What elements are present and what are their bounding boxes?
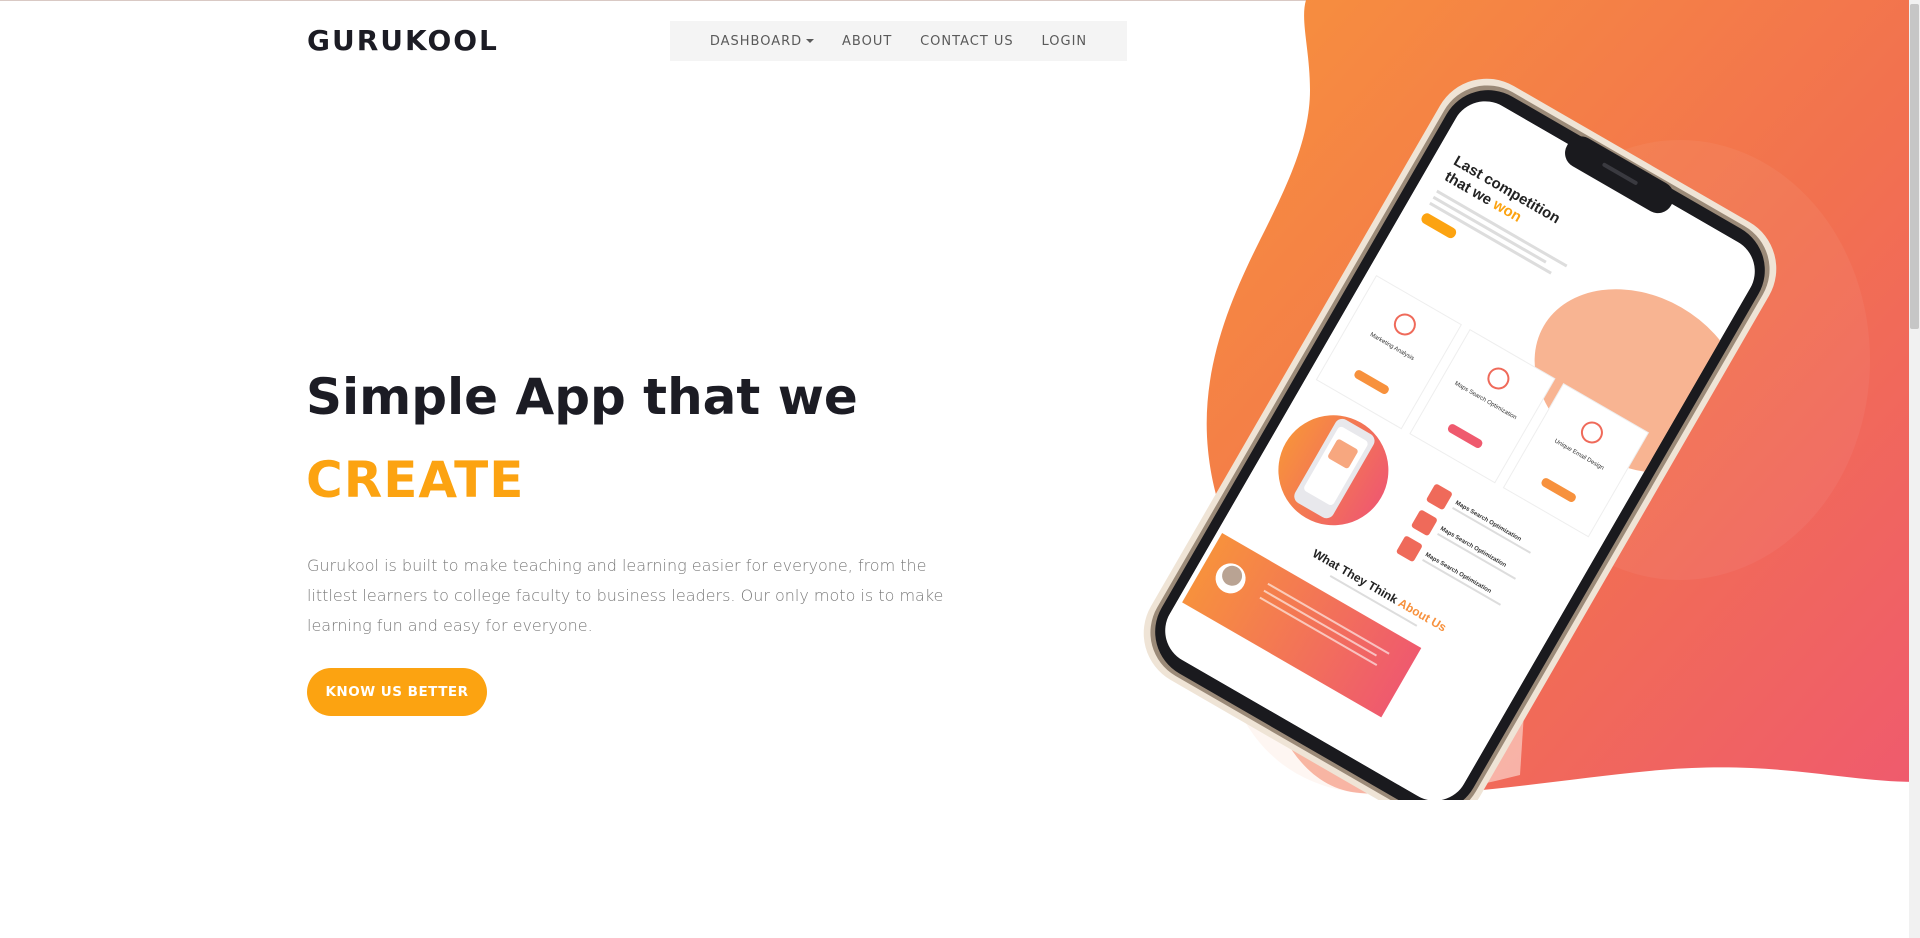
hero-illustration: Last competition that we won Marketing A…: [1143, 0, 1920, 800]
scrollbar-thumb[interactable]: [1910, 4, 1919, 329]
main-nav: DASHBOARD ABOUT CONTACT US LOGIN: [670, 21, 1127, 61]
caret-down-icon: [806, 39, 815, 43]
hero-description: Gurukool is built to make teaching and l…: [307, 556, 944, 635]
nav-item-dashboard[interactable]: DASHBOARD: [709, 33, 815, 49]
nav-item-contact[interactable]: CONTACT US: [920, 34, 1014, 49]
nav-item-label: CONTACT US: [920, 33, 1014, 49]
hero-accent-title: CREATE: [306, 451, 525, 509]
nav-item-label: DASHBOARD: [709, 33, 803, 49]
hero-title: Simple App that we: [306, 368, 858, 426]
page-scrollbar[interactable]: [1909, 0, 1920, 938]
brand-logo[interactable]: GURUKOOL: [307, 24, 499, 57]
know-us-better-button[interactable]: KNOW US BETTER: [307, 668, 487, 716]
nav-item-label: LOGIN: [1041, 33, 1088, 49]
nav-item-label: ABOUT: [842, 33, 893, 49]
nav-item-login[interactable]: LOGIN: [1042, 34, 1088, 49]
nav-item-about[interactable]: ABOUT: [842, 34, 892, 49]
